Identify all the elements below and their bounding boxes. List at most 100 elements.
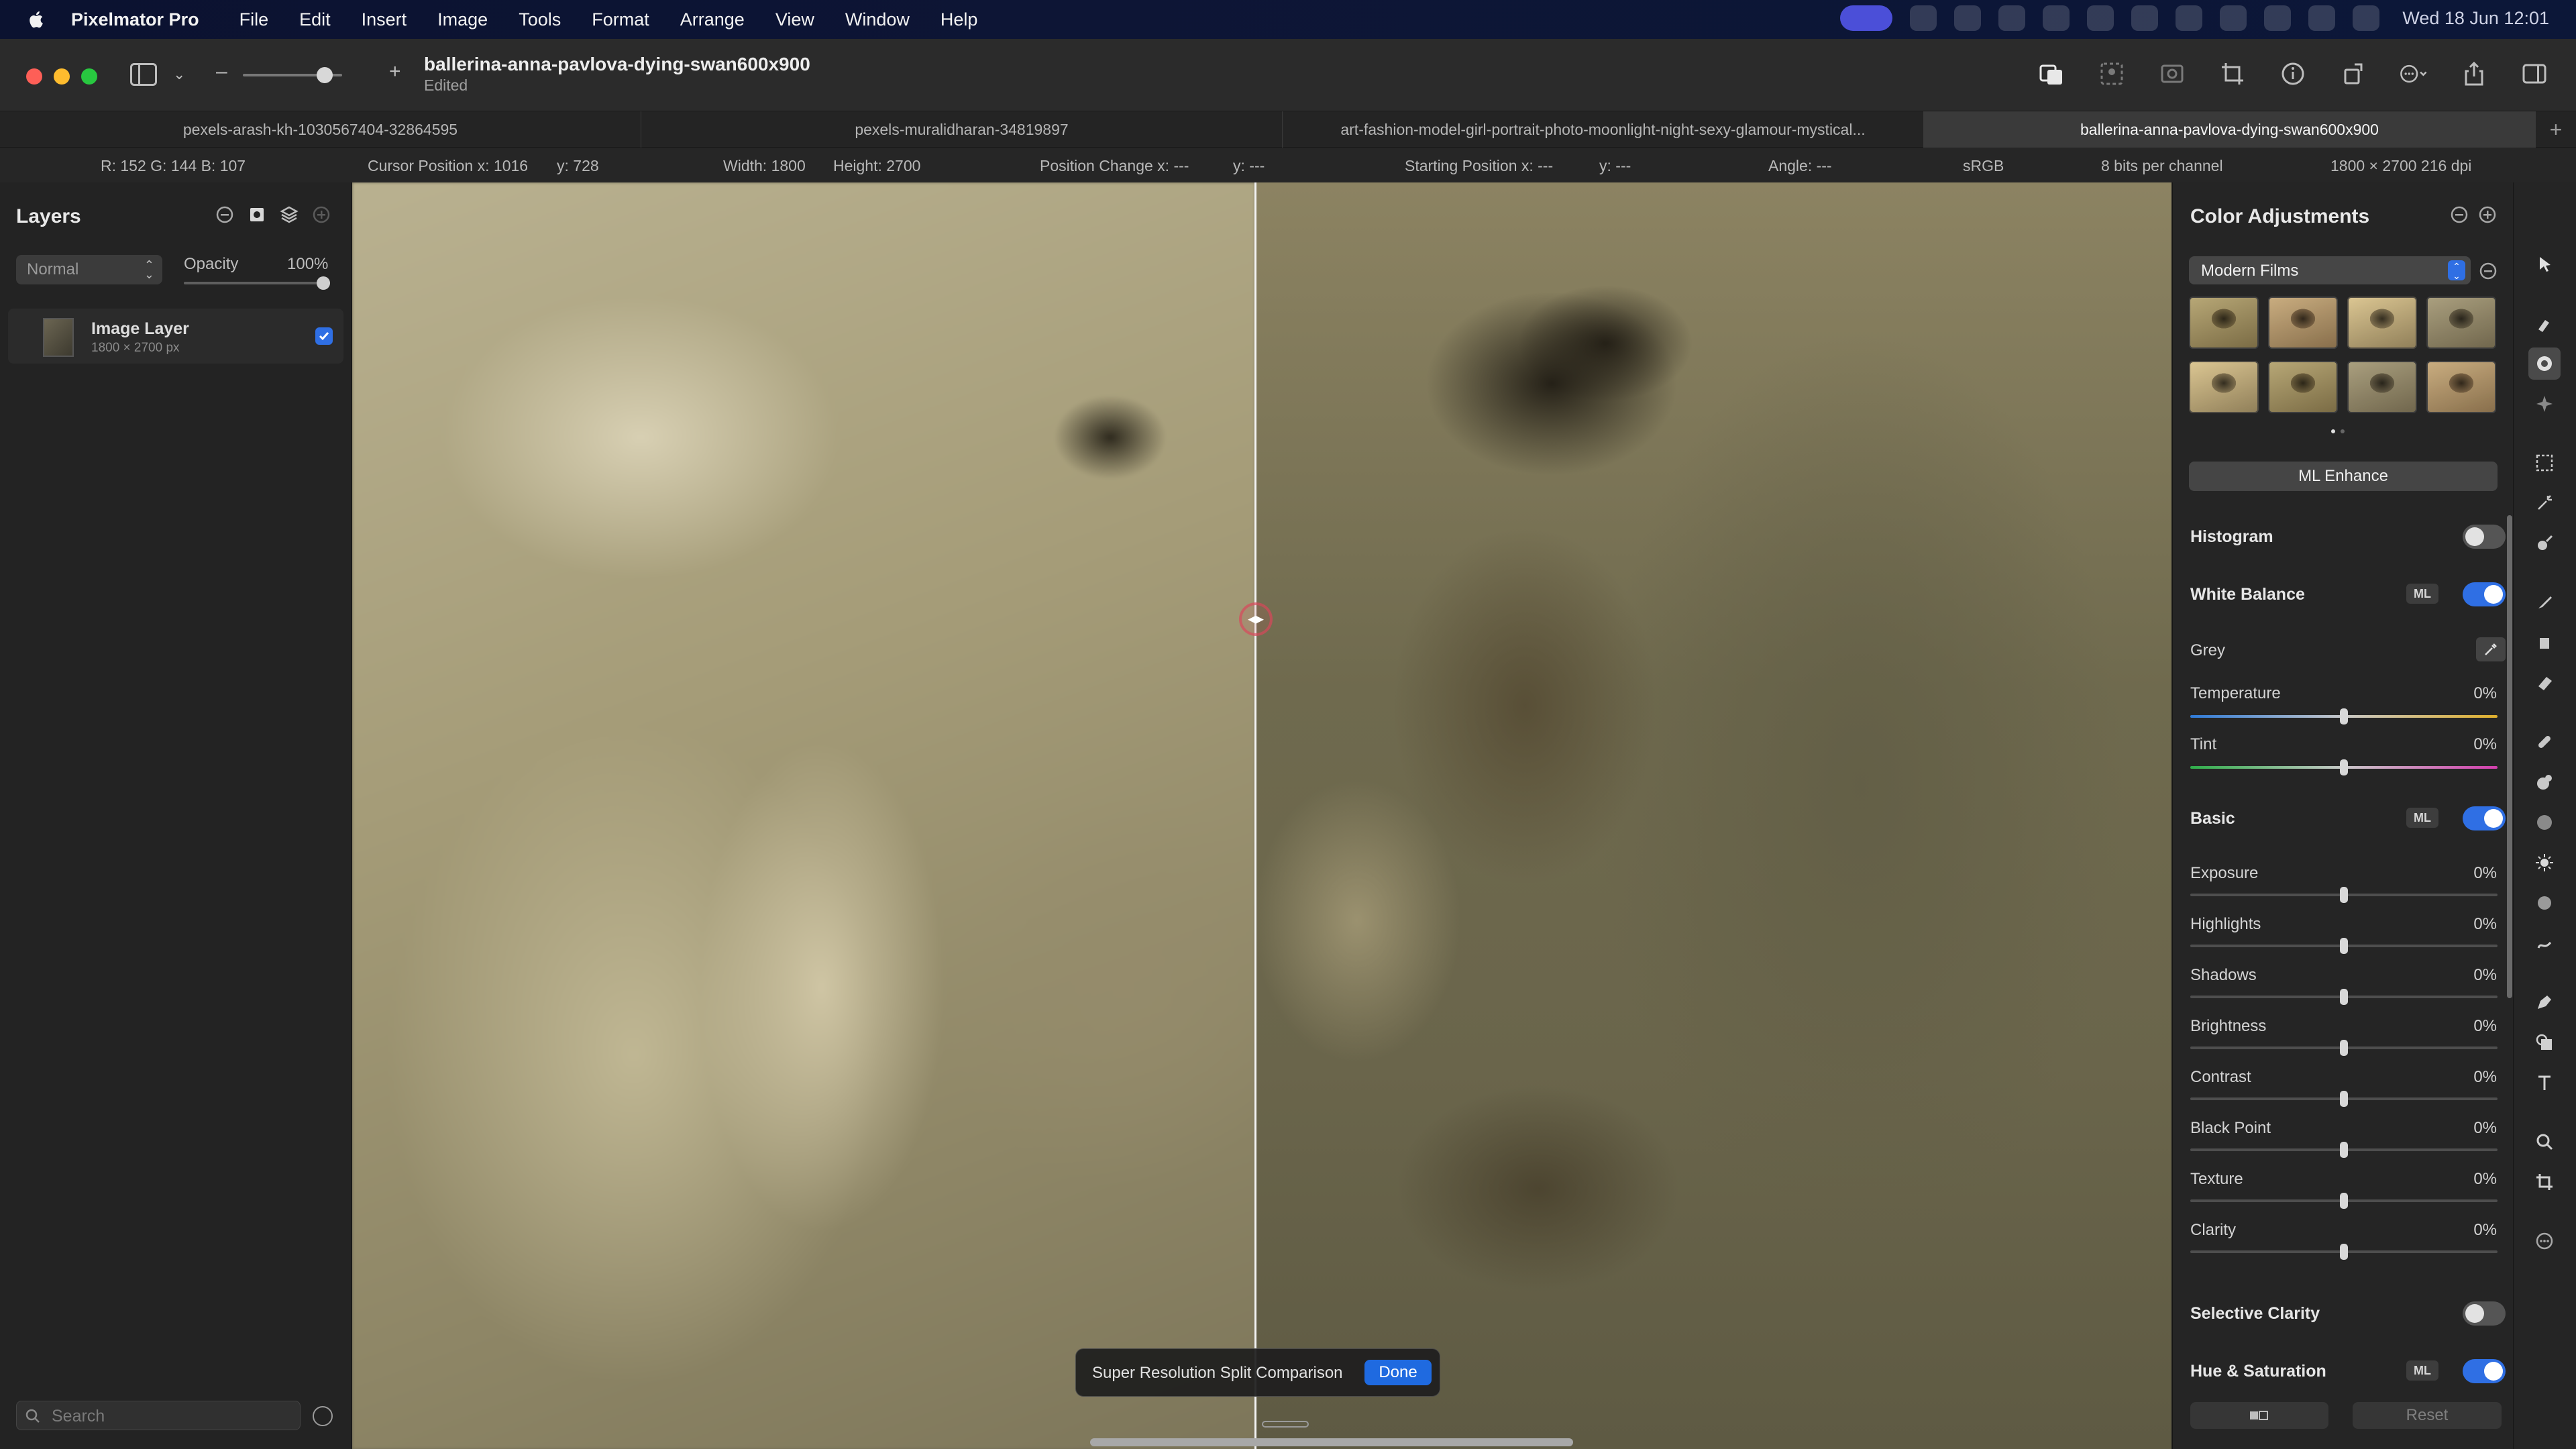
brightness-slider-knob[interactable] xyxy=(2340,1040,2348,1056)
menu-app-name[interactable]: Pixelmator Pro xyxy=(71,9,199,30)
texture-slider-knob[interactable] xyxy=(2340,1193,2348,1209)
tint-value[interactable]: 0% xyxy=(2473,735,2497,754)
adjustments-scrollbar[interactable] xyxy=(2507,515,2512,998)
inspector-toggle-icon[interactable] xyxy=(2520,59,2549,89)
siri-icon[interactable] xyxy=(2353,5,2380,31)
tab-ballerina[interactable]: ballerina-anna-pavlova-dying-swan600x900 xyxy=(1924,111,2536,148)
menu-arrange[interactable]: Arrange xyxy=(680,9,745,30)
split-handle[interactable]: ◂▸ xyxy=(1239,602,1273,636)
preset-thumbnail[interactable] xyxy=(2426,361,2496,413)
arrange-tool-icon[interactable] xyxy=(2528,248,2561,280)
clone-tool-icon[interactable] xyxy=(2528,766,2561,798)
status-icon-4[interactable] xyxy=(2043,5,2070,31)
preset-select[interactable]: Modern Films ⌃ ⌄ xyxy=(2189,256,2471,284)
selective-clarity-toggle[interactable] xyxy=(2463,1301,2506,1326)
reset-button[interactable]: Reset xyxy=(2353,1402,2502,1429)
status-icon-2[interactable] xyxy=(1954,5,1982,31)
effects-tool-icon[interactable] xyxy=(2528,388,2561,420)
menu-window[interactable]: Window xyxy=(845,9,910,30)
paint-bucket-tool-icon[interactable] xyxy=(2528,627,2561,659)
shapes-tool-icon[interactable] xyxy=(2528,1026,2561,1059)
add-adjustment-icon[interactable] xyxy=(2478,205,2497,224)
menu-help[interactable]: Help xyxy=(941,9,978,30)
opacity-slider[interactable] xyxy=(184,282,330,284)
highlights-slider-knob[interactable] xyxy=(2340,938,2348,954)
compare-adjustments-button[interactable] xyxy=(2190,1402,2328,1429)
close-button[interactable] xyxy=(26,68,42,85)
eyedropper-icon[interactable] xyxy=(2476,637,2506,661)
darken-tool-icon[interactable] xyxy=(2528,887,2561,919)
black-point-value[interactable]: 0% xyxy=(2473,1119,2497,1138)
preset-thumbnail[interactable] xyxy=(2426,297,2496,349)
menu-insert[interactable]: Insert xyxy=(362,9,407,30)
zoom-button[interactable] xyxy=(81,68,97,85)
info-icon[interactable] xyxy=(2278,59,2308,89)
status-icon-7[interactable] xyxy=(2176,5,2203,31)
brightness-value[interactable]: 0% xyxy=(2473,1017,2497,1036)
menu-format[interactable]: Format xyxy=(592,9,649,30)
preset-thumbnail[interactable] xyxy=(2268,297,2338,349)
status-icon-5[interactable] xyxy=(2087,5,2114,31)
add-layer-icon[interactable] xyxy=(312,205,331,224)
layer-row-image[interactable]: Image Layer 1800 × 2700 px xyxy=(8,309,343,364)
preset-thumbnail[interactable] xyxy=(2347,361,2417,413)
highlights-value[interactable]: 0% xyxy=(2473,915,2497,934)
status-app-icon[interactable] xyxy=(1840,5,1893,31)
contrast-slider-knob[interactable] xyxy=(2340,1091,2348,1107)
selection-tool-icon[interactable] xyxy=(2528,447,2561,479)
crop-icon[interactable] xyxy=(2218,59,2247,89)
tab-pexels-muralidharan[interactable]: pexels-muralidharan-34819897 xyxy=(641,111,1283,148)
menubar-clock[interactable]: Wed 18 Jun 12:01 xyxy=(2402,8,2549,29)
exposure-slider-knob[interactable] xyxy=(2340,887,2348,903)
done-button[interactable]: Done xyxy=(1364,1360,1432,1385)
clarity-value[interactable]: 0% xyxy=(2473,1221,2497,1240)
search-icon[interactable] xyxy=(2264,5,2292,31)
horizontal-scrollbar[interactable] xyxy=(1090,1438,1573,1446)
white-balance-ml-badge[interactable]: ML xyxy=(2406,584,2438,604)
histogram-toggle[interactable] xyxy=(2463,525,2506,549)
preset-page-indicator[interactable] xyxy=(2331,429,2351,435)
filter-icon[interactable] xyxy=(313,1406,333,1426)
zoom-slider-knob[interactable] xyxy=(317,67,333,83)
preset-thumbnail[interactable] xyxy=(2189,297,2259,349)
shadows-slider-knob[interactable] xyxy=(2340,989,2348,1005)
canvas[interactable]: ◂▸ Super Resolution Split Comparison Don… xyxy=(352,182,2171,1449)
remove-layer-icon[interactable] xyxy=(215,205,234,224)
minimize-button[interactable] xyxy=(54,68,70,85)
exposure-value[interactable]: 0% xyxy=(2473,864,2497,883)
tab-art-fashion-model[interactable]: art-fashion-model-girl-portrait-photo-mo… xyxy=(1283,111,1924,148)
paint-tool-icon[interactable] xyxy=(2528,586,2561,619)
menu-file[interactable]: File xyxy=(239,9,269,30)
basic-ml-badge[interactable]: ML xyxy=(2406,808,2438,828)
rotate-icon[interactable] xyxy=(2339,59,2368,89)
apple-icon[interactable] xyxy=(27,9,44,30)
layers-search-field[interactable]: Search xyxy=(16,1401,301,1430)
type-tool-icon[interactable] xyxy=(2528,1067,2561,1099)
sponge-tool-icon[interactable] xyxy=(2528,806,2561,839)
menu-view[interactable]: View xyxy=(775,9,814,30)
hue-saturation-toggle[interactable] xyxy=(2463,1359,2506,1383)
zoom-in-icon[interactable]: + xyxy=(389,60,401,83)
pen-tool-icon[interactable] xyxy=(2528,986,2561,1018)
navigator-indicator[interactable] xyxy=(1262,1421,1309,1428)
opacity-slider-knob[interactable] xyxy=(317,276,330,290)
ml-enhance-button[interactable]: ML Enhance xyxy=(2189,462,2498,491)
opacity-value[interactable]: 100% xyxy=(287,255,328,274)
add-tab-button[interactable]: + xyxy=(2536,111,2576,148)
clarity-slider-knob[interactable] xyxy=(2340,1244,2348,1260)
preset-thumbnail[interactable] xyxy=(2268,361,2338,413)
preset-thumbnail[interactable] xyxy=(2347,297,2417,349)
color-adjust-tool-icon[interactable] xyxy=(2528,347,2561,380)
warp-tool-icon[interactable] xyxy=(2528,927,2561,959)
repair-tool-icon[interactable] xyxy=(2528,726,2561,758)
quick-selection-tool-icon[interactable] xyxy=(2528,487,2561,519)
tint-slider-knob[interactable] xyxy=(2340,759,2348,775)
menu-image[interactable]: Image xyxy=(437,9,488,30)
texture-value[interactable]: 0% xyxy=(2473,1170,2497,1189)
layer-visibility-checkbox[interactable] xyxy=(315,327,333,345)
tab-pexels-arash[interactable]: pexels-arash-kh-1030567404-32864595 xyxy=(0,111,641,148)
menu-tools[interactable]: Tools xyxy=(519,9,561,30)
remove-background-icon[interactable] xyxy=(2157,59,2187,89)
retouch-tool-icon[interactable] xyxy=(2528,527,2561,559)
style-tool-icon[interactable] xyxy=(2528,307,2561,339)
